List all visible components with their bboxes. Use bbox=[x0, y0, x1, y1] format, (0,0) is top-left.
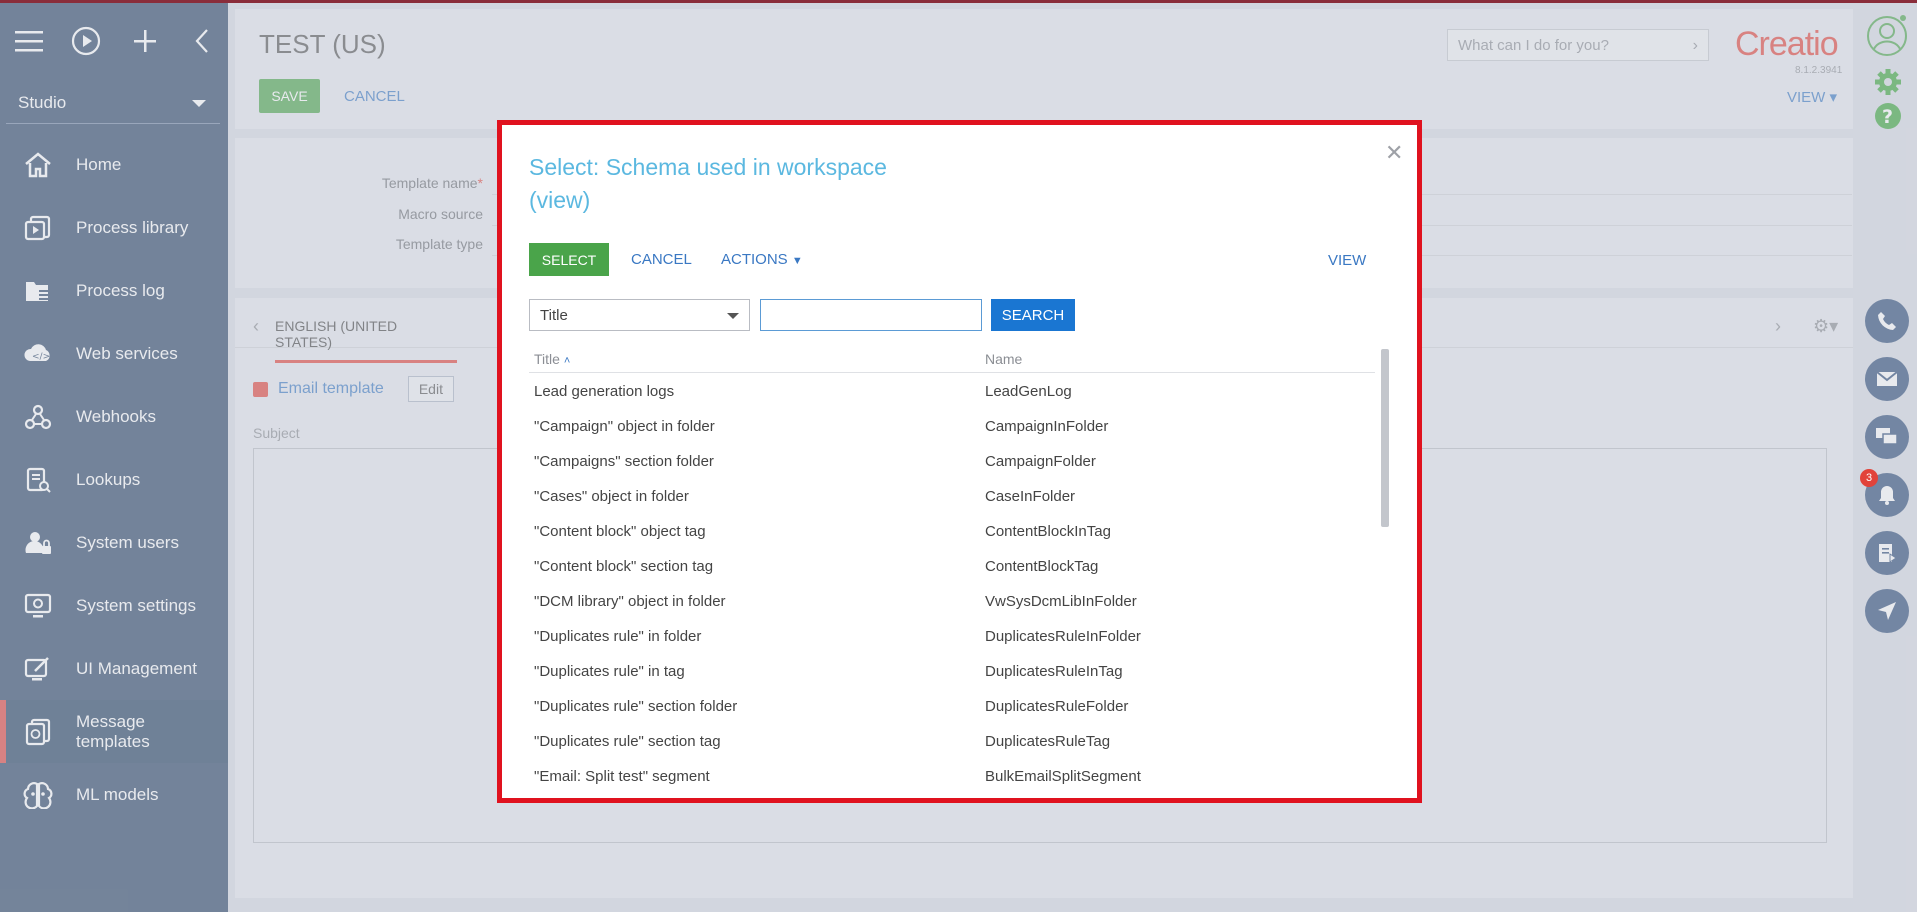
lookup-dialog: Select: Schema used in workspace (view) … bbox=[502, 125, 1417, 798]
search-button[interactable]: SEARCH bbox=[991, 299, 1075, 331]
cell-title: "Cases" object in folder bbox=[534, 488, 689, 505]
cell-title: "Duplicates rule" section tag bbox=[534, 733, 721, 750]
cell-title: "DCM library" object in folder bbox=[534, 593, 726, 610]
cell-title: Lead generation logs bbox=[534, 383, 675, 400]
cell-name: DuplicatesRuleInTag bbox=[985, 663, 1123, 680]
table-row[interactable]: "Duplicates rule" section folder Duplicat… bbox=[529, 688, 1375, 723]
dialog-title: Select: Schema used in workspace (view) bbox=[529, 154, 887, 213]
search-input[interactable] bbox=[760, 299, 982, 331]
select-button[interactable]: SELECT bbox=[529, 243, 609, 276]
cell-title: "Campaigns" section folder bbox=[534, 453, 714, 470]
table-row[interactable]: "Cases" object in folder CaseInFolder bbox=[529, 478, 1375, 513]
cell-name: CampaignFolder bbox=[985, 453, 1096, 470]
filter-column-select[interactable]: Title bbox=[529, 299, 750, 331]
actions-dropdown[interactable]: ACTIONS ▼ bbox=[721, 251, 803, 268]
cell-title: "Campaign" object in folder bbox=[534, 418, 715, 435]
cell-title: "Content block" object tag bbox=[534, 523, 706, 540]
table-row[interactable]: "DCM library" object in folder VwSysDcmLi… bbox=[529, 583, 1375, 618]
table-row[interactable]: "Email: Split test" segment BulkEmailSpli… bbox=[529, 758, 1375, 793]
column-header-title[interactable]: Title ˄ bbox=[534, 351, 570, 367]
cell-name: VwSysDcmLibInFolder bbox=[985, 593, 1137, 610]
notification-count-badge: 3 bbox=[1860, 469, 1878, 487]
column-header-name[interactable]: Name bbox=[985, 351, 1022, 367]
table-row[interactable]: "Content block" object tag ContentBlockIn… bbox=[529, 513, 1375, 548]
cell-name: ContentBlockTag bbox=[985, 558, 1099, 575]
cell-title: "Content block" section tag bbox=[534, 558, 714, 575]
lookup-dialog-frame: Select: Schema used in workspace (view) … bbox=[497, 120, 1422, 803]
grid-rows: Lead generation logs LeadGenLog "Campaign… bbox=[529, 373, 1375, 793]
grid-scrollbar[interactable] bbox=[1381, 349, 1389, 527]
cell-name: DuplicatesRuleInFolder bbox=[985, 628, 1141, 645]
cell-title: "Duplicates rule" section folder bbox=[534, 698, 738, 715]
table-row[interactable]: "Campaign" object in folder CampaignInFol… bbox=[529, 408, 1375, 443]
close-icon[interactable]: ✕ bbox=[1385, 140, 1403, 166]
cell-name: CampaignInFolder bbox=[985, 418, 1109, 435]
cell-name: BulkEmailSplitSegment bbox=[985, 768, 1141, 785]
cell-title: "Duplicates rule" in tag bbox=[534, 663, 685, 680]
table-row[interactable]: "Campaigns" section folder CampaignFolder bbox=[529, 443, 1375, 478]
dialog-view-button[interactable]: VIEW bbox=[1328, 252, 1366, 269]
actions-label: ACTIONS bbox=[721, 251, 788, 268]
cell-name: ContentBlockInTag bbox=[985, 523, 1111, 540]
table-row[interactable]: "Content block" section tag ContentBlockT… bbox=[529, 548, 1375, 583]
cell-name: DuplicatesRuleTag bbox=[985, 733, 1111, 750]
chevron-down-icon: ▼ bbox=[791, 255, 803, 267]
chevron-down-icon bbox=[727, 313, 739, 319]
table-row[interactable]: "Duplicates rule" in folder DuplicatesRul… bbox=[529, 618, 1375, 653]
sort-ascending-icon: ˄ bbox=[563, 355, 571, 367]
dialog-cancel-button[interactable]: CANCEL bbox=[631, 251, 692, 268]
cell-title: "Email: Split test" segment bbox=[534, 768, 710, 785]
filter-column-value: Title bbox=[540, 307, 568, 324]
cell-name: LeadGenLog bbox=[985, 383, 1072, 400]
table-row[interactable]: Lead generation logs LeadGenLog bbox=[529, 373, 1375, 408]
table-row[interactable]: "Duplicates rule" section tag DuplicatesR… bbox=[529, 723, 1375, 758]
grid-header: Title ˄ Name bbox=[529, 343, 1375, 373]
cell-title: "Duplicates rule" in folder bbox=[534, 628, 702, 645]
table-row[interactable]: "Duplicates rule" in tag DuplicatesRuleIn… bbox=[529, 653, 1375, 688]
cell-name: DuplicatesRuleFolder bbox=[985, 698, 1129, 715]
cell-name: CaseInFolder bbox=[985, 488, 1076, 505]
